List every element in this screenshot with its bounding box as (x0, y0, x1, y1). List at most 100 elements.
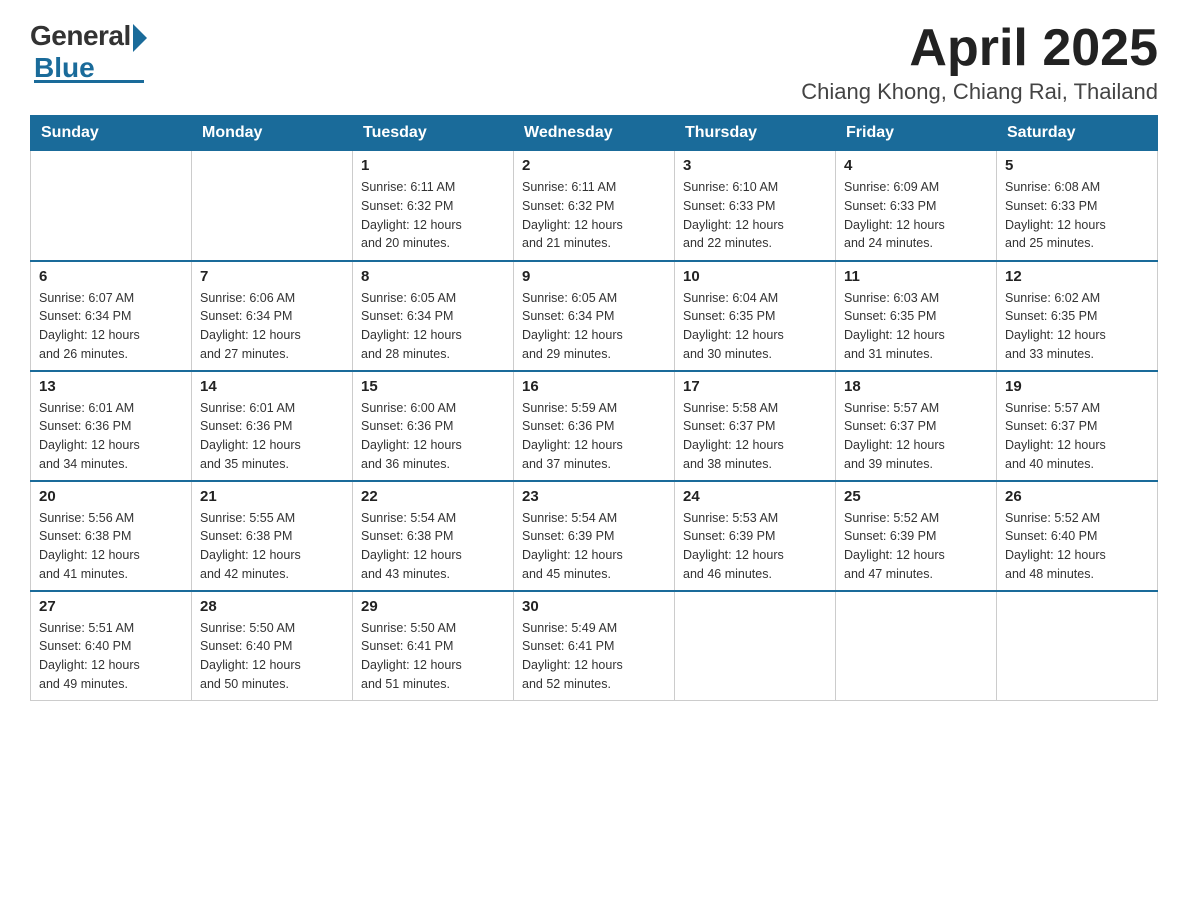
calendar-cell: 18 Sunrise: 5:57 AM Sunset: 6:37 PM Dayli… (836, 371, 997, 481)
calendar-cell: 9 Sunrise: 6:05 AM Sunset: 6:34 PM Daylig… (514, 261, 675, 371)
calendar-cell: 1 Sunrise: 6:11 AM Sunset: 6:32 PM Daylig… (353, 151, 514, 261)
day-number: 25 (844, 488, 988, 505)
calendar-cell: 20 Sunrise: 5:56 AM Sunset: 6:38 PM Dayli… (31, 481, 192, 591)
day-info: Sunrise: 5:54 AM Sunset: 6:39 PM Dayligh… (522, 509, 666, 584)
calendar-cell: 8Sunrise: 6:05 AM Sunset: 6:34 PM Daylig… (353, 261, 514, 371)
calendar-cell: 3Sunrise: 6:10 AM Sunset: 6:33 PM Daylig… (675, 151, 836, 261)
day-info: Sunrise: 6:01 AM Sunset: 6:36 PM Dayligh… (200, 399, 344, 474)
day-number: 28 (200, 598, 344, 615)
calendar-cell: 25Sunrise: 5:52 AM Sunset: 6:39 PM Dayli… (836, 481, 997, 591)
day-number: 21 (200, 488, 344, 505)
calendar-cell: 19Sunrise: 5:57 AM Sunset: 6:37 PM Dayli… (997, 371, 1158, 481)
day-info: Sunrise: 6:03 AM Sunset: 6:35 PM Dayligh… (844, 289, 988, 364)
calendar-week-row: 6 Sunrise: 6:07 AM Sunset: 6:34 PM Daylig… (31, 261, 1158, 371)
day-info: Sunrise: 6:00 AM Sunset: 6:36 PM Dayligh… (361, 399, 505, 474)
day-number: 2 (522, 157, 666, 174)
calendar-header-friday: Friday (836, 116, 997, 151)
day-info: Sunrise: 6:10 AM Sunset: 6:33 PM Dayligh… (683, 178, 827, 253)
calendar-cell: 13 Sunrise: 6:01 AM Sunset: 6:36 PM Dayli… (31, 371, 192, 481)
day-info: Sunrise: 6:06 AM Sunset: 6:34 PM Dayligh… (200, 289, 344, 364)
calendar-cell (675, 591, 836, 701)
day-number: 9 (522, 268, 666, 285)
day-number: 1 (361, 157, 505, 174)
day-info: Sunrise: 6:07 AM Sunset: 6:34 PM Dayligh… (39, 289, 183, 364)
day-info: Sunrise: 5:53 AM Sunset: 6:39 PM Dayligh… (683, 509, 827, 584)
day-info: Sunrise: 6:05 AM Sunset: 6:34 PM Dayligh… (361, 289, 505, 364)
day-number: 14 (200, 378, 344, 395)
calendar-cell: 26 Sunrise: 5:52 AM Sunset: 6:40 PM Dayli… (997, 481, 1158, 591)
day-info: Sunrise: 5:52 AM Sunset: 6:40 PM Dayligh… (1005, 509, 1149, 584)
day-number: 24 (683, 488, 827, 505)
calendar-cell: 23 Sunrise: 5:54 AM Sunset: 6:39 PM Dayli… (514, 481, 675, 591)
calendar-week-row: 1 Sunrise: 6:11 AM Sunset: 6:32 PM Daylig… (31, 151, 1158, 261)
calendar-cell: 5 Sunrise: 6:08 AM Sunset: 6:33 PM Daylig… (997, 151, 1158, 261)
day-number: 22 (361, 488, 505, 505)
calendar-cell: 28 Sunrise: 5:50 AM Sunset: 6:40 PM Dayli… (192, 591, 353, 701)
day-number: 4 (844, 157, 988, 174)
day-number: 27 (39, 598, 183, 615)
calendar-cell: 27 Sunrise: 5:51 AM Sunset: 6:40 PM Dayli… (31, 591, 192, 701)
day-info: Sunrise: 6:08 AM Sunset: 6:33 PM Dayligh… (1005, 178, 1149, 253)
day-info: Sunrise: 6:02 AM Sunset: 6:35 PM Dayligh… (1005, 289, 1149, 364)
day-info: Sunrise: 5:51 AM Sunset: 6:40 PM Dayligh… (39, 619, 183, 694)
day-number: 18 (844, 378, 988, 395)
day-number: 12 (1005, 268, 1149, 285)
calendar-header-row: SundayMondayTuesdayWednesdayThursdayFrid… (31, 116, 1158, 151)
calendar-cell: 17Sunrise: 5:58 AM Sunset: 6:37 PM Dayli… (675, 371, 836, 481)
calendar-header-tuesday: Tuesday (353, 116, 514, 151)
day-number: 17 (683, 378, 827, 395)
day-info: Sunrise: 5:54 AM Sunset: 6:38 PM Dayligh… (361, 509, 505, 584)
day-info: Sunrise: 6:09 AM Sunset: 6:33 PM Dayligh… (844, 178, 988, 253)
calendar-cell: 30 Sunrise: 5:49 AM Sunset: 6:41 PM Dayli… (514, 591, 675, 701)
day-info: Sunrise: 5:55 AM Sunset: 6:38 PM Dayligh… (200, 509, 344, 584)
calendar-header-wednesday: Wednesday (514, 116, 675, 151)
day-number: 10 (683, 268, 827, 285)
day-number: 6 (39, 268, 183, 285)
calendar-cell: 4 Sunrise: 6:09 AM Sunset: 6:33 PM Daylig… (836, 151, 997, 261)
calendar-cell: 2 Sunrise: 6:11 AM Sunset: 6:32 PM Daylig… (514, 151, 675, 261)
day-info: Sunrise: 6:01 AM Sunset: 6:36 PM Dayligh… (39, 399, 183, 474)
day-number: 13 (39, 378, 183, 395)
day-info: Sunrise: 5:59 AM Sunset: 6:36 PM Dayligh… (522, 399, 666, 474)
day-info: Sunrise: 5:57 AM Sunset: 6:37 PM Dayligh… (1005, 399, 1149, 474)
logo-general-text: General (30, 20, 131, 52)
day-number: 26 (1005, 488, 1149, 505)
day-info: Sunrise: 5:49 AM Sunset: 6:41 PM Dayligh… (522, 619, 666, 694)
day-number: 29 (361, 598, 505, 615)
calendar-cell: 6 Sunrise: 6:07 AM Sunset: 6:34 PM Daylig… (31, 261, 192, 371)
calendar-cell: 14 Sunrise: 6:01 AM Sunset: 6:36 PM Dayli… (192, 371, 353, 481)
calendar-header-thursday: Thursday (675, 116, 836, 151)
calendar-cell (997, 591, 1158, 701)
day-number: 5 (1005, 157, 1149, 174)
calendar-header-monday: Monday (192, 116, 353, 151)
calendar-cell: 16Sunrise: 5:59 AM Sunset: 6:36 PM Dayli… (514, 371, 675, 481)
calendar-cell: 29 Sunrise: 5:50 AM Sunset: 6:41 PM Dayli… (353, 591, 514, 701)
day-info: Sunrise: 5:50 AM Sunset: 6:41 PM Dayligh… (361, 619, 505, 694)
page-location: Chiang Khong, Chiang Rai, Thailand (801, 79, 1158, 105)
day-number: 11 (844, 268, 988, 285)
day-number: 7 (200, 268, 344, 285)
day-number: 23 (522, 488, 666, 505)
calendar-cell: 24 Sunrise: 5:53 AM Sunset: 6:39 PM Dayli… (675, 481, 836, 591)
calendar-header-sunday: Sunday (31, 116, 192, 151)
day-info: Sunrise: 5:50 AM Sunset: 6:40 PM Dayligh… (200, 619, 344, 694)
logo-underline (34, 80, 144, 83)
calendar-cell: 11 Sunrise: 6:03 AM Sunset: 6:35 PM Dayli… (836, 261, 997, 371)
calendar-cell: 10 Sunrise: 6:04 AM Sunset: 6:35 PM Dayli… (675, 261, 836, 371)
calendar-header-saturday: Saturday (997, 116, 1158, 151)
day-info: Sunrise: 5:57 AM Sunset: 6:37 PM Dayligh… (844, 399, 988, 474)
day-info: Sunrise: 6:11 AM Sunset: 6:32 PM Dayligh… (361, 178, 505, 253)
day-info: Sunrise: 5:56 AM Sunset: 6:38 PM Dayligh… (39, 509, 183, 584)
day-number: 15 (361, 378, 505, 395)
day-info: Sunrise: 6:04 AM Sunset: 6:35 PM Dayligh… (683, 289, 827, 364)
calendar-cell: 15 Sunrise: 6:00 AM Sunset: 6:36 PM Dayli… (353, 371, 514, 481)
day-number: 20 (39, 488, 183, 505)
day-info: Sunrise: 6:11 AM Sunset: 6:32 PM Dayligh… (522, 178, 666, 253)
logo-arrow-icon (133, 24, 147, 52)
day-info: Sunrise: 6:05 AM Sunset: 6:34 PM Dayligh… (522, 289, 666, 364)
calendar-cell (192, 151, 353, 261)
calendar-cell (31, 151, 192, 261)
logo: General Blue (30, 20, 147, 83)
day-number: 30 (522, 598, 666, 615)
calendar-cell: 12 Sunrise: 6:02 AM Sunset: 6:35 PM Dayli… (997, 261, 1158, 371)
